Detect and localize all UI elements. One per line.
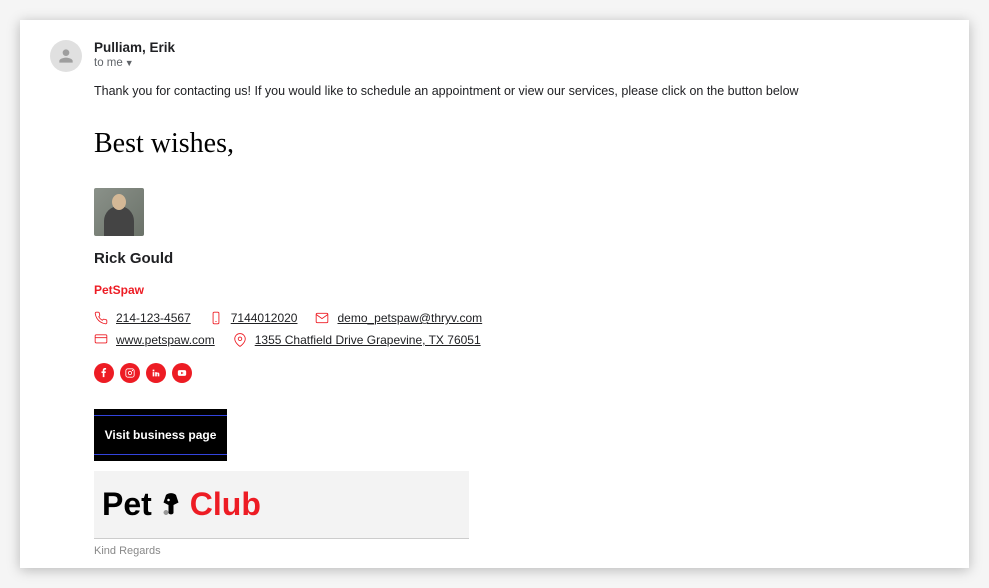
phone-icon [94,311,108,325]
contact-row-2: www.petspaw.com 1355 Chatfield Drive Gra… [94,333,939,347]
pet-club-banner: Pet Club [94,471,469,539]
phone-item: 214-123-4567 [94,311,191,325]
instagram-icon [125,368,135,378]
email-header: Pulliam, Erik to me ▼ [50,40,939,72]
mobile-item: 7144012020 [209,311,298,325]
contact-row-1: 214-123-4567 7144012020 demo_petspaw@thr… [94,311,939,325]
linkedin-icon [151,368,161,378]
sender-name: Pulliam, Erik [94,40,939,55]
phone-link[interactable]: 214-123-4567 [116,311,191,325]
pet-club-logo: Pet Club [102,486,261,523]
visit-business-button[interactable]: Visit business page [94,409,227,461]
email-container: Pulliam, Erik to me ▼ Thank you for cont… [20,20,969,568]
closing-text: Kind Regards [94,545,939,557]
signature-greeting: Best wishes, [94,128,939,160]
mobile-icon [209,311,223,325]
mobile-link[interactable]: 7144012020 [231,311,298,325]
logo-pet-text: Pet [102,486,152,523]
email-item: demo_petspaw@thryv.com [315,311,482,325]
chevron-down-icon: ▼ [125,58,134,68]
signature-headshot [94,188,144,236]
location-icon [233,333,247,347]
envelope-icon [315,311,329,325]
linkedin-button[interactable] [146,363,166,383]
address-item: 1355 Chatfield Drive Grapevine, TX 76051 [233,333,481,347]
signature-company: PetSpaw [94,283,939,297]
website-icon [94,333,108,347]
dog-icon [156,490,186,520]
person-icon [56,46,76,66]
signature-name: Rick Gould [94,250,939,267]
signature-block: Best wishes, Rick Gould PetSpaw 214-123-… [94,128,939,557]
email-body-text: Thank you for contacting us! If you woul… [94,84,939,98]
website-link[interactable]: www.petspaw.com [116,333,215,347]
recipient-dropdown[interactable]: to me ▼ [94,57,939,69]
instagram-button[interactable] [120,363,140,383]
address-link[interactable]: 1355 Chatfield Drive Grapevine, TX 76051 [255,333,481,347]
youtube-icon [177,368,187,378]
facebook-icon [99,368,109,378]
website-item: www.petspaw.com [94,333,215,347]
social-row [94,363,939,383]
header-text-block: Pulliam, Erik to me ▼ [94,40,939,69]
email-link[interactable]: demo_petspaw@thryv.com [337,311,482,325]
youtube-button[interactable] [172,363,192,383]
logo-club-text: Club [190,486,261,523]
facebook-button[interactable] [94,363,114,383]
recipient-label: to me [94,57,123,69]
visit-button-label: Visit business page [105,428,217,442]
sender-avatar[interactable] [50,40,82,72]
